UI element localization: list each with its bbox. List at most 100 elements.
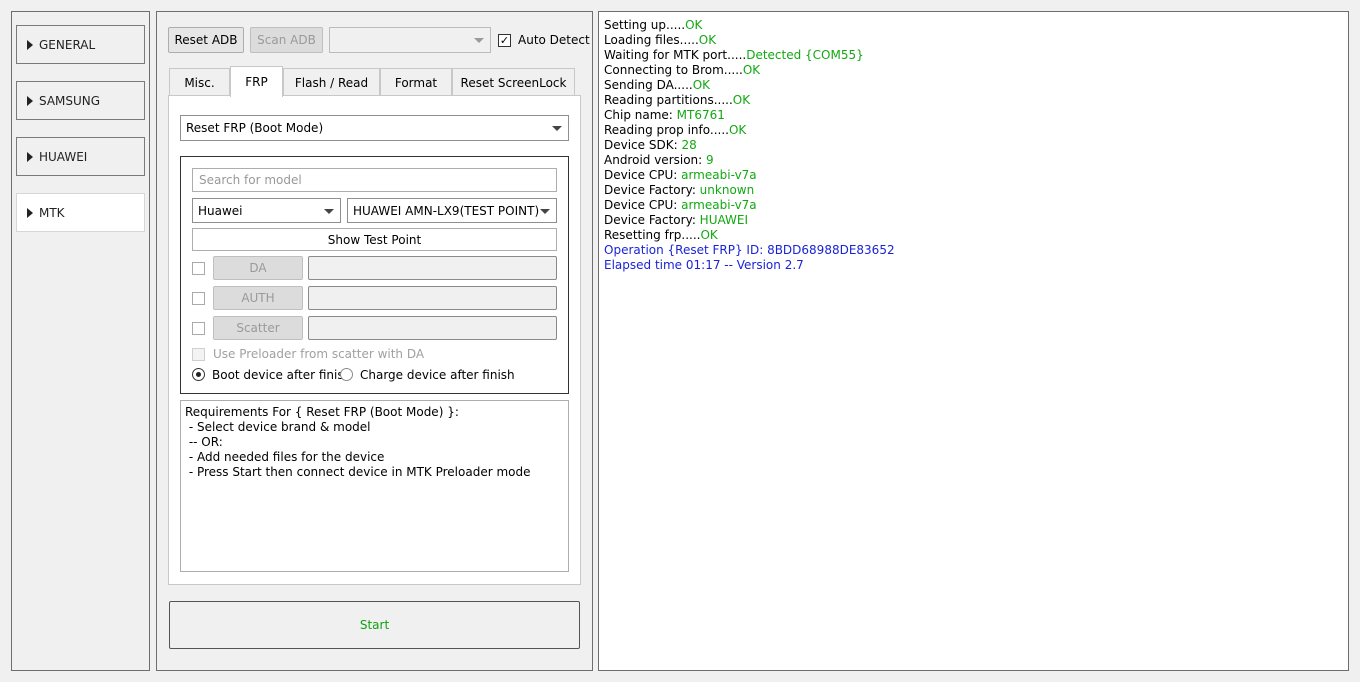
log-line-value: MT6761	[676, 108, 725, 122]
sidebar-item-mtk[interactable]: MTK	[16, 193, 145, 232]
boot-after-finish-radio[interactable]	[192, 368, 205, 381]
search-model-placeholder: Search for model	[199, 173, 302, 187]
brand-select-value: Huawei	[198, 203, 243, 218]
log-line-value: 9	[706, 153, 714, 167]
log-line-value: OK	[700, 228, 718, 242]
sidebar-item-label: MTK	[39, 205, 65, 220]
frp-operation-value: Reset FRP (Boot Mode)	[186, 121, 324, 135]
boot-after-finish-label: Boot device after finish	[212, 368, 352, 382]
log-line-value: Detected {COM55}	[746, 48, 864, 62]
chevron-down-icon	[540, 208, 550, 214]
log-line: Loading files.....OK	[604, 33, 1343, 48]
log-line-label: Device Factory:	[604, 183, 700, 197]
device-groupbox: Search for model Huawei HUAWEI AMN-LX9(T…	[180, 156, 569, 394]
log-line-label: Device Factory:	[604, 213, 700, 227]
scan-adb-button[interactable]: Scan ADB	[250, 27, 323, 53]
requirements-line: - Press Start then connect device in MTK…	[185, 465, 531, 479]
log-line-label: Android version:	[604, 153, 707, 167]
model-select[interactable]: HUAWEI AMN-LX9(TEST POINT)	[347, 198, 557, 223]
log-line-value: OK	[728, 123, 747, 137]
reset-adb-button[interactable]: Reset ADB	[168, 27, 244, 53]
checkmark-icon: ✓	[499, 34, 510, 47]
charge-after-finish-label: Charge device after finish	[360, 368, 515, 382]
tab-frp[interactable]: FRP	[230, 66, 283, 97]
log-line: Waiting for MTK port.....Detected {COM55…	[604, 48, 1343, 63]
log-line-label: Reading prop info.....	[604, 123, 729, 137]
sidebar: GENERAL SAMSUNG HUAWEI MTK	[11, 11, 150, 671]
expand-triangle-icon	[27, 151, 33, 162]
port-select[interactable]	[329, 27, 491, 53]
tab-reset-screenlock[interactable]: Reset ScreenLock	[452, 68, 575, 96]
auto-detect-checkbox[interactable]: ✓	[498, 34, 511, 47]
log-line: Android version: 9	[604, 153, 1343, 168]
log-line: Device CPU: armeabi-v7a	[604, 168, 1343, 183]
log-line-value: OK	[698, 33, 717, 47]
log-line-label: Chip name:	[604, 108, 677, 122]
tab-format[interactable]: Format	[380, 68, 452, 96]
expand-triangle-icon	[27, 95, 33, 106]
auth-path-field[interactable]	[308, 286, 557, 310]
charge-after-finish-radio[interactable]	[340, 368, 353, 381]
show-test-point-button[interactable]: Show Test Point	[192, 228, 557, 251]
log-line: Operation {Reset FRP} ID: 8BDD68988DE836…	[604, 243, 1343, 258]
auth-checkbox[interactable]	[192, 292, 205, 305]
log-line-value: OK	[685, 18, 703, 32]
sidebar-item-samsung[interactable]: SAMSUNG	[16, 81, 145, 120]
tab-misc[interactable]: Misc.	[169, 68, 230, 96]
requirements-line: - Select device brand & model	[185, 420, 371, 434]
log-line-label: Loading files.....	[604, 33, 699, 47]
search-model-input[interactable]: Search for model	[192, 168, 557, 192]
scatter-path-field[interactable]	[308, 316, 557, 340]
da-path-field[interactable]	[308, 256, 557, 280]
da-button[interactable]: DA	[213, 256, 303, 280]
use-preloader-label: Use Preloader from scatter with DA	[213, 347, 425, 361]
operation-panel: Reset ADB Scan ADB ✓ Auto Detect Misc. F…	[156, 11, 593, 671]
log-line: Device SDK: 28	[604, 138, 1343, 153]
log-line-label: Waiting for MTK port.....	[604, 48, 747, 62]
log-line-value: OK	[742, 63, 761, 77]
sidebar-item-huawei[interactable]: HUAWEI	[16, 137, 145, 176]
log-line-value: armeabi-v7a	[681, 168, 757, 182]
log-line-label: Connecting to Brom.....	[604, 63, 743, 77]
log-line: Device Factory: HUAWEI	[604, 213, 1343, 228]
log-line-value: 28	[681, 138, 697, 152]
log-line-value: OK	[732, 93, 751, 107]
scatter-button[interactable]: Scatter	[213, 316, 303, 340]
log-line-value: HUAWEI	[699, 213, 749, 227]
sidebar-item-general[interactable]: GENERAL	[16, 25, 145, 64]
log-line-value: armeabi-v7a	[681, 198, 757, 212]
log-output[interactable]: Setting up.....OK Loading files.....OK Wai…	[598, 11, 1349, 671]
da-checkbox[interactable]	[192, 262, 205, 275]
log-line: Reading prop info.....OK	[604, 123, 1343, 138]
log-line-label: Elapsed time 01:17 -- Version 2.7	[604, 258, 804, 272]
log-line-label: Operation {Reset FRP} ID: 8BDD68988DE836…	[604, 243, 895, 257]
requirements-textarea[interactable]: Requirements For { Reset FRP (Boot Mode)…	[180, 400, 569, 572]
frp-tab-page: Reset FRP (Boot Mode) Search for model H…	[168, 95, 581, 585]
auto-detect-label: Auto Detect	[518, 33, 590, 47]
start-button[interactable]: Start	[169, 601, 580, 649]
model-select-value: HUAWEI AMN-LX9(TEST POINT)	[353, 203, 540, 218]
log-line-label: Device CPU:	[604, 198, 682, 212]
frp-operation-select[interactable]: Reset FRP (Boot Mode)	[180, 115, 569, 141]
use-preloader-checkbox[interactable]	[192, 348, 205, 361]
log-line-label: Sending DA.....	[604, 78, 693, 92]
sidebar-item-label: GENERAL	[39, 37, 96, 52]
log-line: Chip name: MT6761	[604, 108, 1343, 123]
scatter-checkbox[interactable]	[192, 322, 205, 335]
expand-triangle-icon	[27, 39, 33, 50]
requirements-line: -- OR:	[185, 435, 223, 449]
chevron-down-icon	[474, 38, 484, 43]
log-line: Elapsed time 01:17 -- Version 2.7	[604, 258, 1343, 273]
auth-button[interactable]: AUTH	[213, 286, 303, 310]
log-line-value: unknown	[699, 183, 755, 197]
log-line: Reading partitions.....OK	[604, 93, 1343, 108]
log-line-label: Resetting frp.....	[604, 228, 701, 242]
log-line-value: OK	[692, 78, 711, 92]
log-line: Device CPU: armeabi-v7a	[604, 198, 1343, 213]
chevron-down-icon	[324, 208, 334, 214]
log-line: Connecting to Brom.....OK	[604, 63, 1343, 78]
log-line-label: Reading partitions.....	[604, 93, 733, 107]
log-line: Resetting frp.....OK	[604, 228, 1343, 243]
brand-select[interactable]: Huawei	[192, 198, 341, 223]
tab-flash-read[interactable]: Flash / Read	[283, 68, 380, 96]
